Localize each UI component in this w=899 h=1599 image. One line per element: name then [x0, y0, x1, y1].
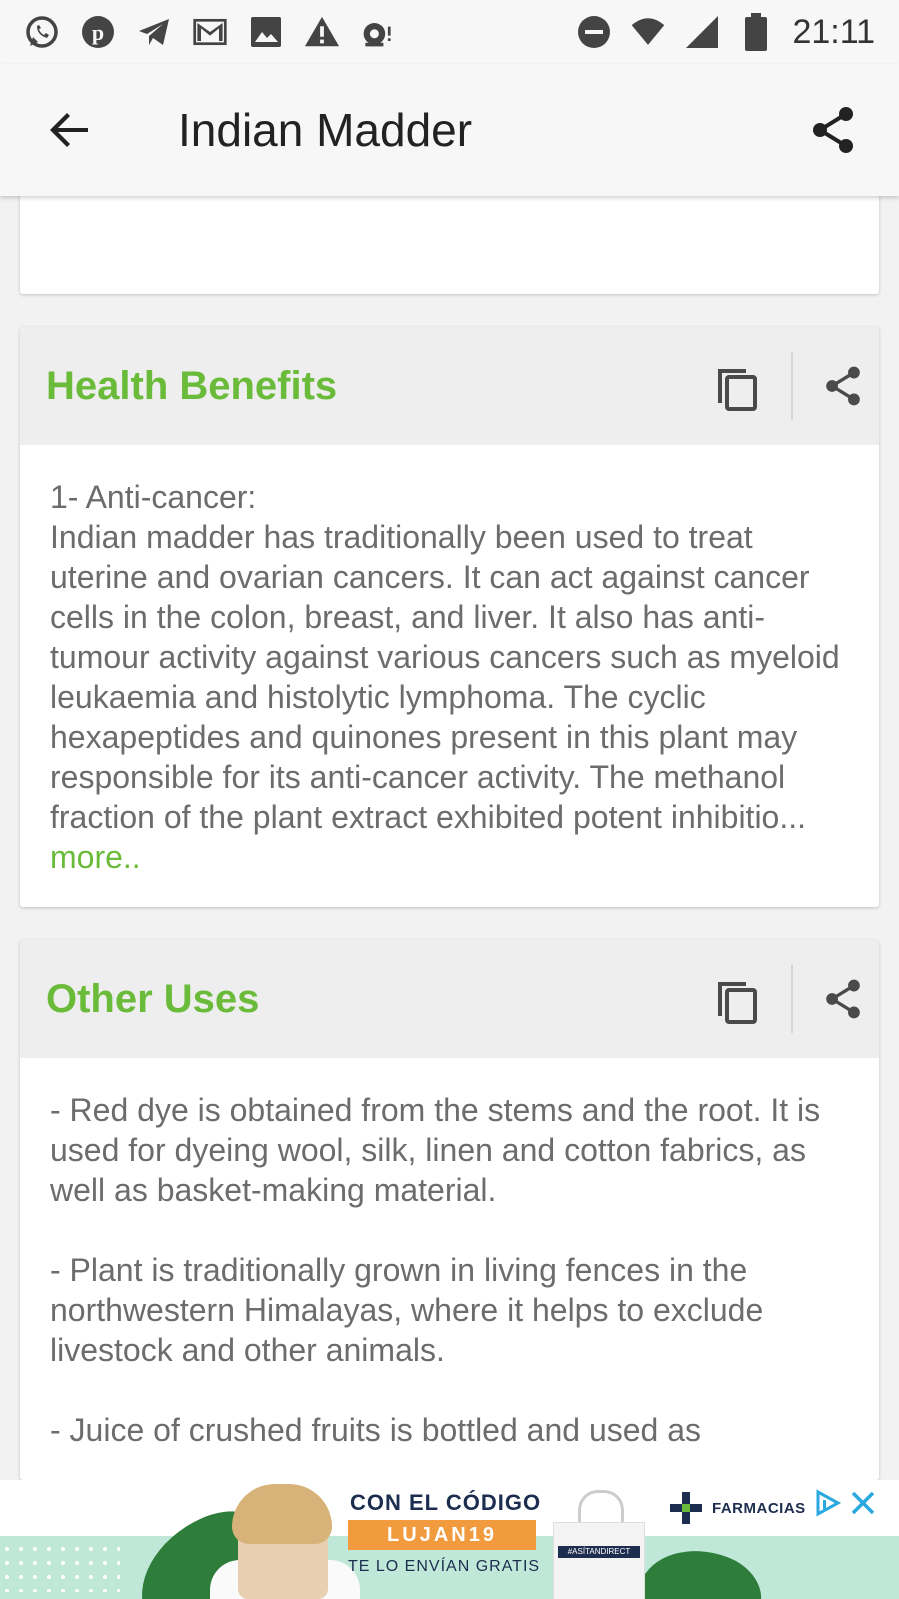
- svg-text:p: p: [92, 20, 104, 45]
- shopping-bag-graphic: [553, 1522, 645, 1599]
- app-bar: Indian Madder: [0, 64, 899, 196]
- ad-brand: FARMACIAS: [668, 1490, 806, 1526]
- card-header: Health Benefits: [20, 327, 879, 445]
- body-text: 1- Anti-cancer: Indian madder has tradit…: [50, 479, 840, 835]
- bag-label: #ASÍTANDIRECT: [558, 1546, 640, 1558]
- gmail-icon: [192, 14, 228, 50]
- pharmacy-cross-icon: [670, 1492, 702, 1524]
- back-button[interactable]: [40, 100, 100, 160]
- section-body: 1- Anti-cancer: Indian madder has tradit…: [20, 445, 879, 907]
- section-share-button[interactable]: [807, 350, 879, 422]
- gallery-icon: [248, 14, 284, 50]
- copy-button[interactable]: [701, 350, 773, 422]
- close-icon: [851, 1491, 875, 1515]
- clock: 21:11: [792, 12, 875, 51]
- divider: [791, 965, 793, 1033]
- paragraph: - Juice of crushed fruits is bottled and…: [50, 1412, 702, 1448]
- ad-banner[interactable]: CON EL CÓDIGO LUJAN19 TE LO ENVÍAN GRATI…: [0, 1480, 899, 1599]
- signal-icon: [684, 14, 720, 50]
- share-icon: [813, 107, 853, 153]
- content-scroll-area[interactable]: Health Benefits 1- Anti-cancer: Indian m…: [0, 196, 899, 1480]
- share-icon: [826, 366, 860, 406]
- notification-icons: p: [24, 14, 396, 50]
- header-actions: [701, 940, 879, 1058]
- ad-headline: CON EL CÓDIGO: [350, 1490, 542, 1515]
- status-bar: p 21:11: [0, 0, 899, 64]
- health-benefits-card: Health Benefits 1- Anti-cancer: Indian m…: [20, 327, 879, 907]
- ad-close-button[interactable]: [848, 1488, 878, 1518]
- adchoices-button[interactable]: [812, 1488, 842, 1518]
- section-title: Health Benefits: [46, 363, 338, 408]
- ad-brand-name: FARMACIAS: [712, 1499, 806, 1517]
- header-actions: [701, 327, 879, 445]
- do-not-disturb-icon: [576, 14, 612, 50]
- copy-button[interactable]: [701, 963, 773, 1035]
- divider: [791, 352, 793, 420]
- more-link[interactable]: more..: [50, 839, 141, 875]
- copy-icon: [718, 982, 757, 1024]
- page-title: Indian Madder: [178, 104, 473, 156]
- ad-promo-code: LUJAN19: [348, 1520, 536, 1550]
- section-share-button[interactable]: [807, 963, 879, 1035]
- copy-icon: [718, 369, 757, 411]
- adchoices-icon: [816, 1489, 842, 1517]
- system-icons: 21:11: [576, 13, 875, 52]
- share-icon: [826, 979, 860, 1019]
- paragraph: - Red dye is obtained from the stems and…: [50, 1092, 821, 1208]
- ad-person-hair: [232, 1484, 332, 1544]
- other-uses-card: Other Uses - Red dye is obtained from th…: [20, 940, 879, 1480]
- warning-icon: [304, 14, 340, 50]
- whatsapp-icon: [24, 14, 60, 50]
- card-header: Other Uses: [20, 940, 879, 1058]
- notification-icon: [360, 14, 396, 50]
- battery-icon: [738, 13, 774, 51]
- wifi-icon: [630, 14, 666, 50]
- previous-section-card: [20, 196, 879, 294]
- telegram-icon: [136, 14, 172, 50]
- section-title: Other Uses: [46, 976, 260, 1021]
- arrow-back-icon: [50, 113, 88, 147]
- section-body: - Red dye is obtained from the stems and…: [20, 1058, 879, 1480]
- share-button[interactable]: [803, 100, 863, 160]
- pinterest-icon: p: [80, 14, 116, 50]
- ad-subline: TE LO ENVÍAN GRATIS: [348, 1558, 541, 1575]
- paragraph: - Plant is traditionally grown in living…: [50, 1252, 764, 1368]
- ad-pattern: [0, 1542, 120, 1592]
